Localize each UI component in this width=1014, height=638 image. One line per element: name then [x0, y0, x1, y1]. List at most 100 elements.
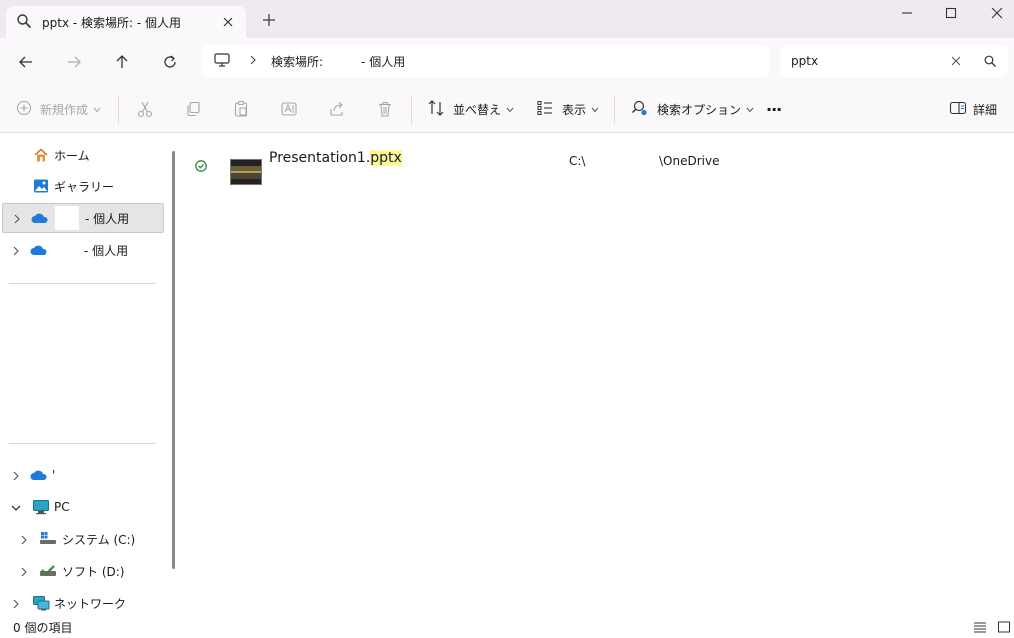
sidebar-item-home[interactable]: ホーム: [2, 140, 164, 170]
onedrive-cloud-icon: [31, 209, 49, 227]
new-button-label: 新規作成: [40, 102, 89, 117]
new-button[interactable]: 新規作成: [16, 98, 101, 120]
sidebar-item-label: PC: [54, 500, 70, 514]
plus-circle-icon: [16, 100, 32, 119]
sidebar-item-label: - 個人用: [85, 211, 130, 226]
file-row[interactable]: Presentation1.pptx C:\ \OneDrive: [182, 143, 1014, 185]
view-list-icon: [536, 99, 554, 120]
gallery-icon: [32, 177, 50, 195]
sort-icon: [427, 99, 445, 120]
forward-arrow-icon[interactable]: [62, 50, 86, 74]
search-options-label: 検索オプション: [657, 102, 742, 117]
file-location-folder: \OneDrive: [659, 154, 720, 168]
command-bar: 新規作成 並べ替え 表示 検索オプション ··· 詳細: [0, 86, 1014, 133]
chevron-right-icon[interactable]: [12, 213, 22, 224]
clear-search-icon[interactable]: [948, 53, 964, 69]
sidebar-item-drive-d[interactable]: ソフト (D:): [2, 556, 164, 586]
sort-button[interactable]: 並べ替え: [427, 98, 514, 120]
sidebar-item-gallery[interactable]: ギャラリー: [2, 171, 164, 201]
delete-icon[interactable]: [376, 98, 394, 120]
chevron-right-icon[interactable]: [11, 598, 21, 609]
chevron-down-icon: [591, 102, 599, 116]
home-icon: [32, 146, 50, 164]
search-options-button[interactable]: 検索オプション: [631, 98, 754, 120]
copy-icon[interactable]: [184, 98, 202, 120]
file-location-drive: C:\: [569, 154, 586, 168]
breadcrumb-suffix[interactable]: - 個人用: [361, 53, 405, 70]
system-drive-icon: [39, 529, 57, 547]
search-options-icon: [631, 99, 649, 120]
chevron-down-icon[interactable]: [11, 502, 21, 512]
cut-icon[interactable]: [136, 98, 154, 120]
title-bar: pptx - 検索場所: - 個人用: [0, 0, 1014, 38]
up-arrow-icon[interactable]: [110, 50, 134, 74]
sidebar-item-network[interactable]: ネットワーク: [2, 588, 164, 618]
new-tab-icon[interactable]: [262, 13, 276, 27]
search-icon[interactable]: [982, 53, 998, 69]
tab-search-results[interactable]: pptx - 検索場所: - 個人用: [6, 6, 246, 38]
file-list: Presentation1.pptx C:\ \OneDrive: [182, 133, 1014, 616]
maximize-icon[interactable]: [937, 4, 965, 22]
search-highlight: pptx: [370, 150, 402, 166]
sidebar-item-label: ': [52, 468, 56, 482]
sidebar-scrollbar[interactable]: [172, 151, 175, 569]
tab-title: pptx - 検索場所: - 個人用: [42, 15, 182, 30]
chevron-right-icon[interactable]: [11, 245, 21, 256]
sidebar-item-label: ギャラリー: [54, 179, 115, 194]
sidebar-item-onedrive[interactable]: ': [2, 460, 164, 490]
navigation-bar: 検索場所: - 個人用: [0, 38, 1014, 86]
chevron-right-icon[interactable]: [19, 566, 29, 577]
sidebar-item-pc[interactable]: PC: [2, 492, 164, 522]
chevron-down-icon: [506, 102, 514, 116]
item-count: 0 個の項目: [13, 621, 73, 635]
details-label: 詳細: [973, 102, 998, 117]
chevron-down-icon: [746, 102, 754, 116]
status-bar: 0 個の項目: [0, 616, 1014, 638]
close-window-icon[interactable]: [983, 4, 1011, 22]
sidebar-item-drive-c[interactable]: システム (C:): [2, 524, 164, 554]
rename-icon[interactable]: [280, 98, 298, 120]
share-icon[interactable]: [328, 98, 346, 120]
details-view-icon[interactable]: [973, 621, 987, 633]
sidebar-item-label: ソフト (D:): [62, 564, 125, 579]
tiles-view-icon[interactable]: [997, 621, 1011, 633]
onedrive-cloud-icon: [30, 241, 48, 259]
chevron-right-icon[interactable]: [11, 470, 21, 481]
search-box[interactable]: [780, 45, 1008, 77]
file-name[interactable]: Presentation1.pptx: [269, 150, 402, 166]
search-icon: [16, 13, 32, 32]
breadcrumb-search-location[interactable]: 検索場所:: [271, 53, 323, 70]
toolbar-divider: [411, 96, 412, 124]
address-bar[interactable]: 検索場所: - 個人用: [201, 45, 769, 77]
details-pane-icon: [949, 100, 967, 119]
drive-icon: [39, 562, 57, 580]
chevron-right-icon: [249, 54, 257, 68]
sidebar-item-label: ホーム: [54, 148, 90, 163]
sidebar-divider: [9, 283, 156, 284]
close-tab-icon[interactable]: [220, 14, 236, 30]
back-arrow-icon[interactable]: [14, 50, 38, 74]
search-input[interactable]: [791, 54, 941, 68]
view-button[interactable]: 表示: [536, 98, 599, 120]
minimize-icon[interactable]: [893, 4, 921, 22]
toolbar-divider: [118, 96, 119, 124]
onedrive-cloud-icon: [30, 466, 48, 484]
sidebar-item-onedrive-personal-2[interactable]: - 個人用: [2, 235, 164, 265]
sidebar-item-onedrive-personal-1[interactable]: - 個人用: [2, 203, 164, 233]
sidebar-item-label: ネットワーク: [54, 596, 127, 611]
navigation-pane: ホーム ギャラリー - 個人用 - 個人用 ' PC システム (C:) ソフト…: [0, 133, 182, 616]
chevron-right-icon[interactable]: [19, 534, 29, 545]
sidebar-divider: [9, 443, 156, 444]
details-pane-button[interactable]: 詳細: [949, 98, 997, 120]
more-options-button[interactable]: ···: [766, 98, 782, 120]
toolbar-divider: [614, 96, 615, 124]
sort-button-label: 並べ替え: [453, 102, 502, 117]
chevron-down-icon: [93, 102, 101, 116]
presentation-thumbnail: [230, 159, 262, 185]
refresh-icon[interactable]: [158, 50, 182, 74]
sidebar-item-label: - 個人用: [84, 243, 129, 258]
paste-icon[interactable]: [232, 98, 250, 120]
computer-icon: [32, 498, 50, 516]
network-icon: [32, 594, 50, 612]
synced-check-icon: [194, 159, 208, 173]
